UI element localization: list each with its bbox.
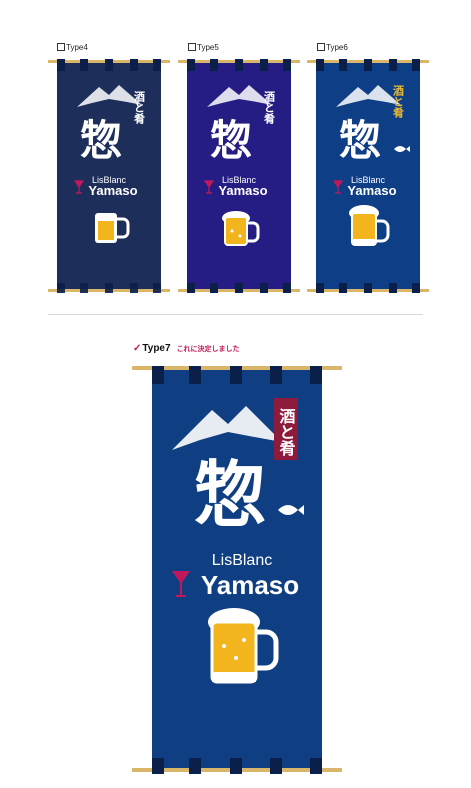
selected-note: これに決定しました bbox=[176, 346, 240, 353]
selected-type-label: ✓Type7 これに決定しました bbox=[133, 343, 240, 354]
kanji-main: 惣 bbox=[339, 116, 381, 165]
checkbox-icon[interactable] bbox=[317, 43, 325, 51]
checkbox-icon[interactable] bbox=[57, 43, 65, 51]
type5-label-text: Type5 bbox=[197, 43, 219, 52]
kanji-side: 酒と肴 bbox=[392, 85, 405, 119]
selected-type-text: Type7 bbox=[142, 343, 171, 354]
section-divider bbox=[48, 314, 423, 315]
checkbox-icon[interactable] bbox=[188, 43, 196, 51]
type5-label: Type5 bbox=[188, 43, 219, 52]
name-text: Yamaso bbox=[88, 183, 137, 198]
kanji-main: 惣 bbox=[210, 116, 252, 165]
kanji-main: 惣 bbox=[194, 453, 266, 537]
brand-text: LisBlanc bbox=[212, 552, 272, 569]
type4-label: Type4 bbox=[57, 43, 88, 52]
name-text: Yamaso bbox=[218, 183, 267, 198]
type6-label: Type6 bbox=[317, 43, 348, 52]
name-text: Yamaso bbox=[201, 570, 299, 600]
kanji-side: 酒と肴 bbox=[133, 91, 146, 125]
kanji-main: 惣 bbox=[80, 116, 122, 165]
name-text: Yamaso bbox=[347, 183, 396, 198]
kanji-side: 酒と肴 bbox=[263, 91, 276, 125]
banner-type7: 酒と肴 惣 LisBlanc Yamaso bbox=[132, 360, 342, 780]
type6-label-text: Type6 bbox=[326, 43, 348, 52]
check-icon[interactable]: ✓ bbox=[133, 343, 141, 354]
banner-type4: 惣 酒と肴 LisBlanc Yamaso bbox=[47, 55, 171, 297]
banner-type5: 惣 酒と肴 LisBlanc Yamaso bbox=[177, 55, 301, 297]
kanji-side: 酒と肴 bbox=[277, 408, 296, 457]
type4-label-text: Type4 bbox=[66, 43, 88, 52]
banner-type6: 惣 酒と肴 LisBlanc Yamaso bbox=[306, 55, 430, 297]
